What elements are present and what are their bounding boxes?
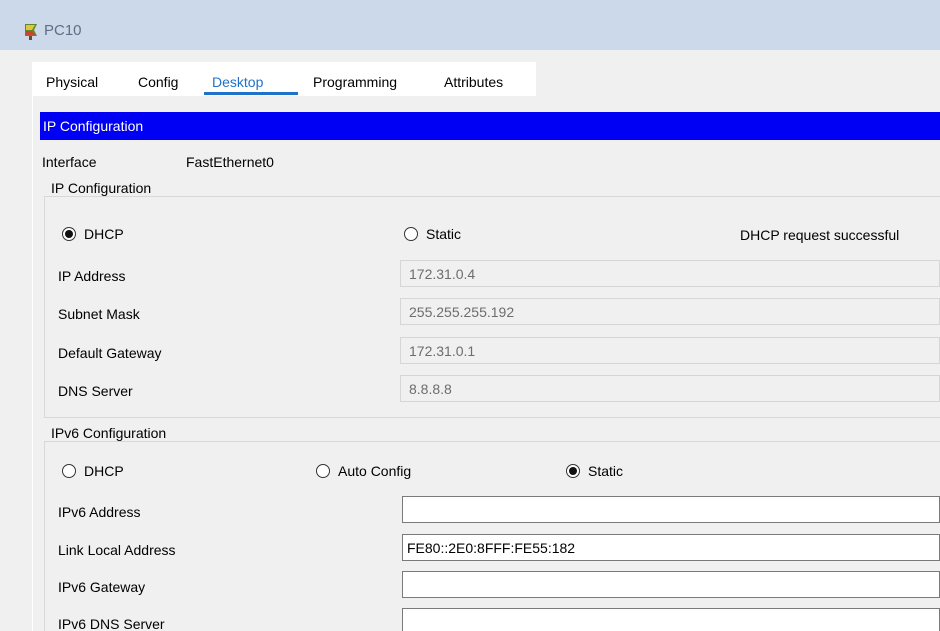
ipv6-address-field[interactable] (402, 496, 940, 523)
ipv6-dhcp-radio[interactable]: DHCP (62, 463, 124, 479)
radio-selected-icon (566, 464, 580, 478)
tab-bar: Physical Config Desktop Programming Attr… (32, 62, 536, 96)
ipv6-group-title: IPv6 Configuration (48, 425, 170, 441)
window-title: PC10 (44, 22, 82, 39)
ipv4-group-title: IP Configuration (48, 180, 155, 196)
tab-physical[interactable]: Physical (46, 74, 98, 90)
ip-configuration-header: IP Configuration (40, 112, 940, 140)
ipv6-gateway-label: IPv6 Gateway (58, 579, 146, 595)
subnet-mask-field[interactable] (400, 298, 940, 325)
title-bar[interactable]: PC10 (0, 0, 940, 50)
ipv6-static-radio[interactable]: Static (566, 463, 623, 479)
radio-selected-icon (62, 227, 76, 241)
ipv6-static-label: Static (588, 463, 624, 479)
ipv4-dhcp-label: DHCP (84, 226, 124, 242)
dns-server-field[interactable] (400, 375, 940, 402)
default-gateway-field[interactable] (400, 337, 940, 364)
radio-unselected-icon (404, 227, 418, 241)
tab-desktop[interactable]: Desktop (212, 74, 263, 90)
ipv6-dns-server-field[interactable] (402, 608, 940, 631)
tab-attributes[interactable]: Attributes (444, 74, 503, 90)
ip-configuration-header-label: IP Configuration (43, 118, 144, 134)
dns-server-label: DNS Server (58, 383, 133, 399)
interface-label: Interface (42, 154, 97, 170)
tab-programming[interactable]: Programming (313, 74, 397, 90)
ipv4-dhcp-radio[interactable]: DHCP (62, 226, 124, 242)
ipv6-auto-config-radio[interactable]: Auto Config (316, 463, 411, 479)
ipv4-static-label: Static (426, 226, 462, 242)
ip-address-field[interactable] (400, 260, 940, 287)
ipv6-address-label: IPv6 Address (58, 504, 141, 520)
radio-unselected-icon (316, 464, 330, 478)
ipv4-static-radio[interactable]: Static (404, 226, 461, 242)
subnet-mask-label: Subnet Mask (58, 306, 140, 322)
link-local-address-label: Link Local Address (58, 542, 176, 558)
active-tab-indicator (204, 92, 298, 95)
ip-address-label: IP Address (58, 268, 126, 284)
interface-value[interactable]: FastEthernet0 (186, 154, 274, 170)
ipv6-dhcp-label: DHCP (84, 463, 124, 479)
radio-unselected-icon (62, 464, 76, 478)
ipv6-auto-config-label: Auto Config (338, 463, 412, 479)
pc10-window: PC10 Physical Config Desktop Programming… (0, 0, 940, 631)
ipv6-gateway-field[interactable] (402, 571, 940, 598)
ipv6-dns-server-label: IPv6 DNS Server (58, 616, 165, 631)
default-gateway-label: Default Gateway (58, 345, 162, 361)
link-local-address-field[interactable] (402, 534, 940, 561)
tab-config[interactable]: Config (138, 74, 178, 90)
packet-tracer-pc-icon (22, 22, 40, 40)
dhcp-status-text: DHCP request successful (740, 227, 900, 243)
